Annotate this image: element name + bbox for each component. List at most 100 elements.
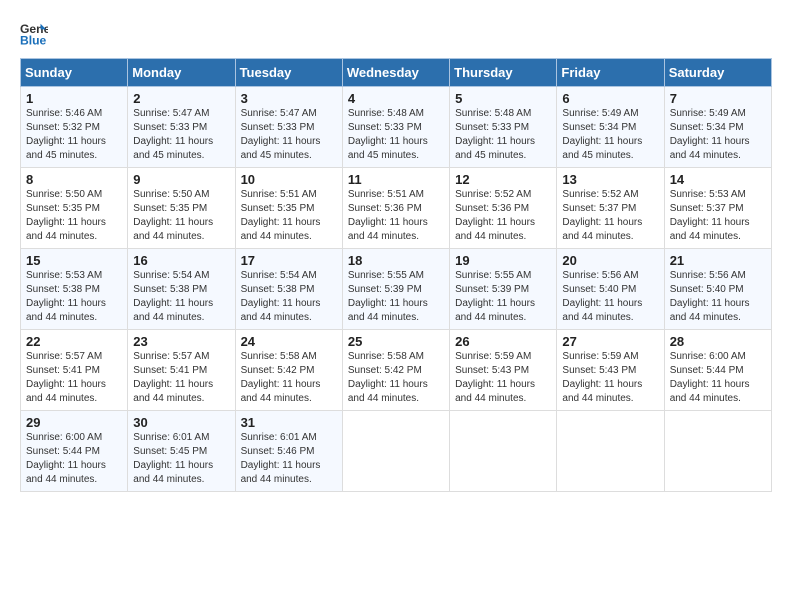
- day-number: 26: [455, 334, 551, 349]
- day-info: Sunrise: 6:00 AM Sunset: 5:44 PM Dayligh…: [670, 350, 766, 406]
- day-number: 7: [670, 91, 766, 106]
- day-number: 23: [133, 334, 229, 349]
- calendar-cell: 17Sunrise: 5:54 AM Sunset: 5:38 PM Dayli…: [235, 249, 342, 330]
- calendar-cell: 4Sunrise: 5:48 AM Sunset: 5:33 PM Daylig…: [342, 87, 449, 168]
- day-info: Sunrise: 6:01 AM Sunset: 5:46 PM Dayligh…: [241, 431, 337, 487]
- calendar-cell: 29Sunrise: 6:00 AM Sunset: 5:44 PM Dayli…: [21, 411, 128, 492]
- day-info: Sunrise: 6:00 AM Sunset: 5:44 PM Dayligh…: [26, 431, 122, 487]
- calendar-cell: 23Sunrise: 5:57 AM Sunset: 5:41 PM Dayli…: [128, 330, 235, 411]
- day-number: 19: [455, 253, 551, 268]
- calendar-cell: 12Sunrise: 5:52 AM Sunset: 5:36 PM Dayli…: [450, 168, 557, 249]
- day-info: Sunrise: 5:47 AM Sunset: 5:33 PM Dayligh…: [241, 107, 337, 163]
- day-info: Sunrise: 5:47 AM Sunset: 5:33 PM Dayligh…: [133, 107, 229, 163]
- calendar-cell: 7Sunrise: 5:49 AM Sunset: 5:34 PM Daylig…: [664, 87, 771, 168]
- day-info: Sunrise: 6:01 AM Sunset: 5:45 PM Dayligh…: [133, 431, 229, 487]
- calendar-cell: 28Sunrise: 6:00 AM Sunset: 5:44 PM Dayli…: [664, 330, 771, 411]
- day-info: Sunrise: 5:55 AM Sunset: 5:39 PM Dayligh…: [455, 269, 551, 325]
- day-number: 12: [455, 172, 551, 187]
- header-monday: Monday: [128, 59, 235, 87]
- header-wednesday: Wednesday: [342, 59, 449, 87]
- calendar-cell: 19Sunrise: 5:55 AM Sunset: 5:39 PM Dayli…: [450, 249, 557, 330]
- day-info: Sunrise: 5:55 AM Sunset: 5:39 PM Dayligh…: [348, 269, 444, 325]
- week-row-4: 22Sunrise: 5:57 AM Sunset: 5:41 PM Dayli…: [21, 330, 772, 411]
- day-number: 28: [670, 334, 766, 349]
- calendar-cell: 16Sunrise: 5:54 AM Sunset: 5:38 PM Dayli…: [128, 249, 235, 330]
- day-number: 13: [562, 172, 658, 187]
- calendar-cell: 6Sunrise: 5:49 AM Sunset: 5:34 PM Daylig…: [557, 87, 664, 168]
- day-info: Sunrise: 5:46 AM Sunset: 5:32 PM Dayligh…: [26, 107, 122, 163]
- day-info: Sunrise: 5:50 AM Sunset: 5:35 PM Dayligh…: [133, 188, 229, 244]
- day-info: Sunrise: 5:56 AM Sunset: 5:40 PM Dayligh…: [562, 269, 658, 325]
- day-info: Sunrise: 5:53 AM Sunset: 5:37 PM Dayligh…: [670, 188, 766, 244]
- calendar-cell: 30Sunrise: 6:01 AM Sunset: 5:45 PM Dayli…: [128, 411, 235, 492]
- calendar-cell: 25Sunrise: 5:58 AM Sunset: 5:42 PM Dayli…: [342, 330, 449, 411]
- week-row-1: 1Sunrise: 5:46 AM Sunset: 5:32 PM Daylig…: [21, 87, 772, 168]
- day-number: 10: [241, 172, 337, 187]
- header-sunday: Sunday: [21, 59, 128, 87]
- day-number: 30: [133, 415, 229, 430]
- calendar-table: SundayMondayTuesdayWednesdayThursdayFrid…: [20, 58, 772, 492]
- calendar-cell: 22Sunrise: 5:57 AM Sunset: 5:41 PM Dayli…: [21, 330, 128, 411]
- day-info: Sunrise: 5:52 AM Sunset: 5:36 PM Dayligh…: [455, 188, 551, 244]
- calendar-cell: 18Sunrise: 5:55 AM Sunset: 5:39 PM Dayli…: [342, 249, 449, 330]
- day-info: Sunrise: 5:57 AM Sunset: 5:41 PM Dayligh…: [133, 350, 229, 406]
- calendar-cell: 5Sunrise: 5:48 AM Sunset: 5:33 PM Daylig…: [450, 87, 557, 168]
- day-info: Sunrise: 5:49 AM Sunset: 5:34 PM Dayligh…: [562, 107, 658, 163]
- day-info: Sunrise: 5:52 AM Sunset: 5:37 PM Dayligh…: [562, 188, 658, 244]
- day-number: 17: [241, 253, 337, 268]
- day-number: 27: [562, 334, 658, 349]
- header-thursday: Thursday: [450, 59, 557, 87]
- day-number: 21: [670, 253, 766, 268]
- calendar-cell: [557, 411, 664, 492]
- calendar-cell: 2Sunrise: 5:47 AM Sunset: 5:33 PM Daylig…: [128, 87, 235, 168]
- day-number: 1: [26, 91, 122, 106]
- day-number: 3: [241, 91, 337, 106]
- calendar-cell: 27Sunrise: 5:59 AM Sunset: 5:43 PM Dayli…: [557, 330, 664, 411]
- day-number: 29: [26, 415, 122, 430]
- calendar-cell: [342, 411, 449, 492]
- calendar-cell: 11Sunrise: 5:51 AM Sunset: 5:36 PM Dayli…: [342, 168, 449, 249]
- day-info: Sunrise: 5:49 AM Sunset: 5:34 PM Dayligh…: [670, 107, 766, 163]
- svg-text:Blue: Blue: [20, 33, 47, 47]
- day-info: Sunrise: 5:58 AM Sunset: 5:42 PM Dayligh…: [348, 350, 444, 406]
- day-number: 25: [348, 334, 444, 349]
- day-info: Sunrise: 5:56 AM Sunset: 5:40 PM Dayligh…: [670, 269, 766, 325]
- day-info: Sunrise: 5:50 AM Sunset: 5:35 PM Dayligh…: [26, 188, 122, 244]
- day-info: Sunrise: 5:53 AM Sunset: 5:38 PM Dayligh…: [26, 269, 122, 325]
- header-saturday: Saturday: [664, 59, 771, 87]
- day-number: 4: [348, 91, 444, 106]
- day-info: Sunrise: 5:54 AM Sunset: 5:38 PM Dayligh…: [241, 269, 337, 325]
- day-number: 20: [562, 253, 658, 268]
- day-number: 11: [348, 172, 444, 187]
- day-info: Sunrise: 5:58 AM Sunset: 5:42 PM Dayligh…: [241, 350, 337, 406]
- calendar-cell: 15Sunrise: 5:53 AM Sunset: 5:38 PM Dayli…: [21, 249, 128, 330]
- day-info: Sunrise: 5:59 AM Sunset: 5:43 PM Dayligh…: [562, 350, 658, 406]
- day-number: 9: [133, 172, 229, 187]
- header-tuesday: Tuesday: [235, 59, 342, 87]
- day-info: Sunrise: 5:54 AM Sunset: 5:38 PM Dayligh…: [133, 269, 229, 325]
- week-row-2: 8Sunrise: 5:50 AM Sunset: 5:35 PM Daylig…: [21, 168, 772, 249]
- day-info: Sunrise: 5:48 AM Sunset: 5:33 PM Dayligh…: [348, 107, 444, 163]
- day-number: 6: [562, 91, 658, 106]
- week-row-5: 29Sunrise: 6:00 AM Sunset: 5:44 PM Dayli…: [21, 411, 772, 492]
- day-info: Sunrise: 5:51 AM Sunset: 5:36 PM Dayligh…: [348, 188, 444, 244]
- calendar-cell: [450, 411, 557, 492]
- day-number: 8: [26, 172, 122, 187]
- calendar-cell: 10Sunrise: 5:51 AM Sunset: 5:35 PM Dayli…: [235, 168, 342, 249]
- calendar-cell: [664, 411, 771, 492]
- calendar-cell: 31Sunrise: 6:01 AM Sunset: 5:46 PM Dayli…: [235, 411, 342, 492]
- week-row-3: 15Sunrise: 5:53 AM Sunset: 5:38 PM Dayli…: [21, 249, 772, 330]
- logo-icon: General Blue: [20, 20, 48, 48]
- calendar-cell: 24Sunrise: 5:58 AM Sunset: 5:42 PM Dayli…: [235, 330, 342, 411]
- calendar-cell: 21Sunrise: 5:56 AM Sunset: 5:40 PM Dayli…: [664, 249, 771, 330]
- day-info: Sunrise: 5:48 AM Sunset: 5:33 PM Dayligh…: [455, 107, 551, 163]
- day-number: 16: [133, 253, 229, 268]
- header-friday: Friday: [557, 59, 664, 87]
- calendar-cell: 13Sunrise: 5:52 AM Sunset: 5:37 PM Dayli…: [557, 168, 664, 249]
- calendar-cell: 14Sunrise: 5:53 AM Sunset: 5:37 PM Dayli…: [664, 168, 771, 249]
- page-header: General Blue: [20, 20, 772, 48]
- calendar-header-row: SundayMondayTuesdayWednesdayThursdayFrid…: [21, 59, 772, 87]
- day-number: 31: [241, 415, 337, 430]
- calendar-cell: 9Sunrise: 5:50 AM Sunset: 5:35 PM Daylig…: [128, 168, 235, 249]
- calendar-cell: 1Sunrise: 5:46 AM Sunset: 5:32 PM Daylig…: [21, 87, 128, 168]
